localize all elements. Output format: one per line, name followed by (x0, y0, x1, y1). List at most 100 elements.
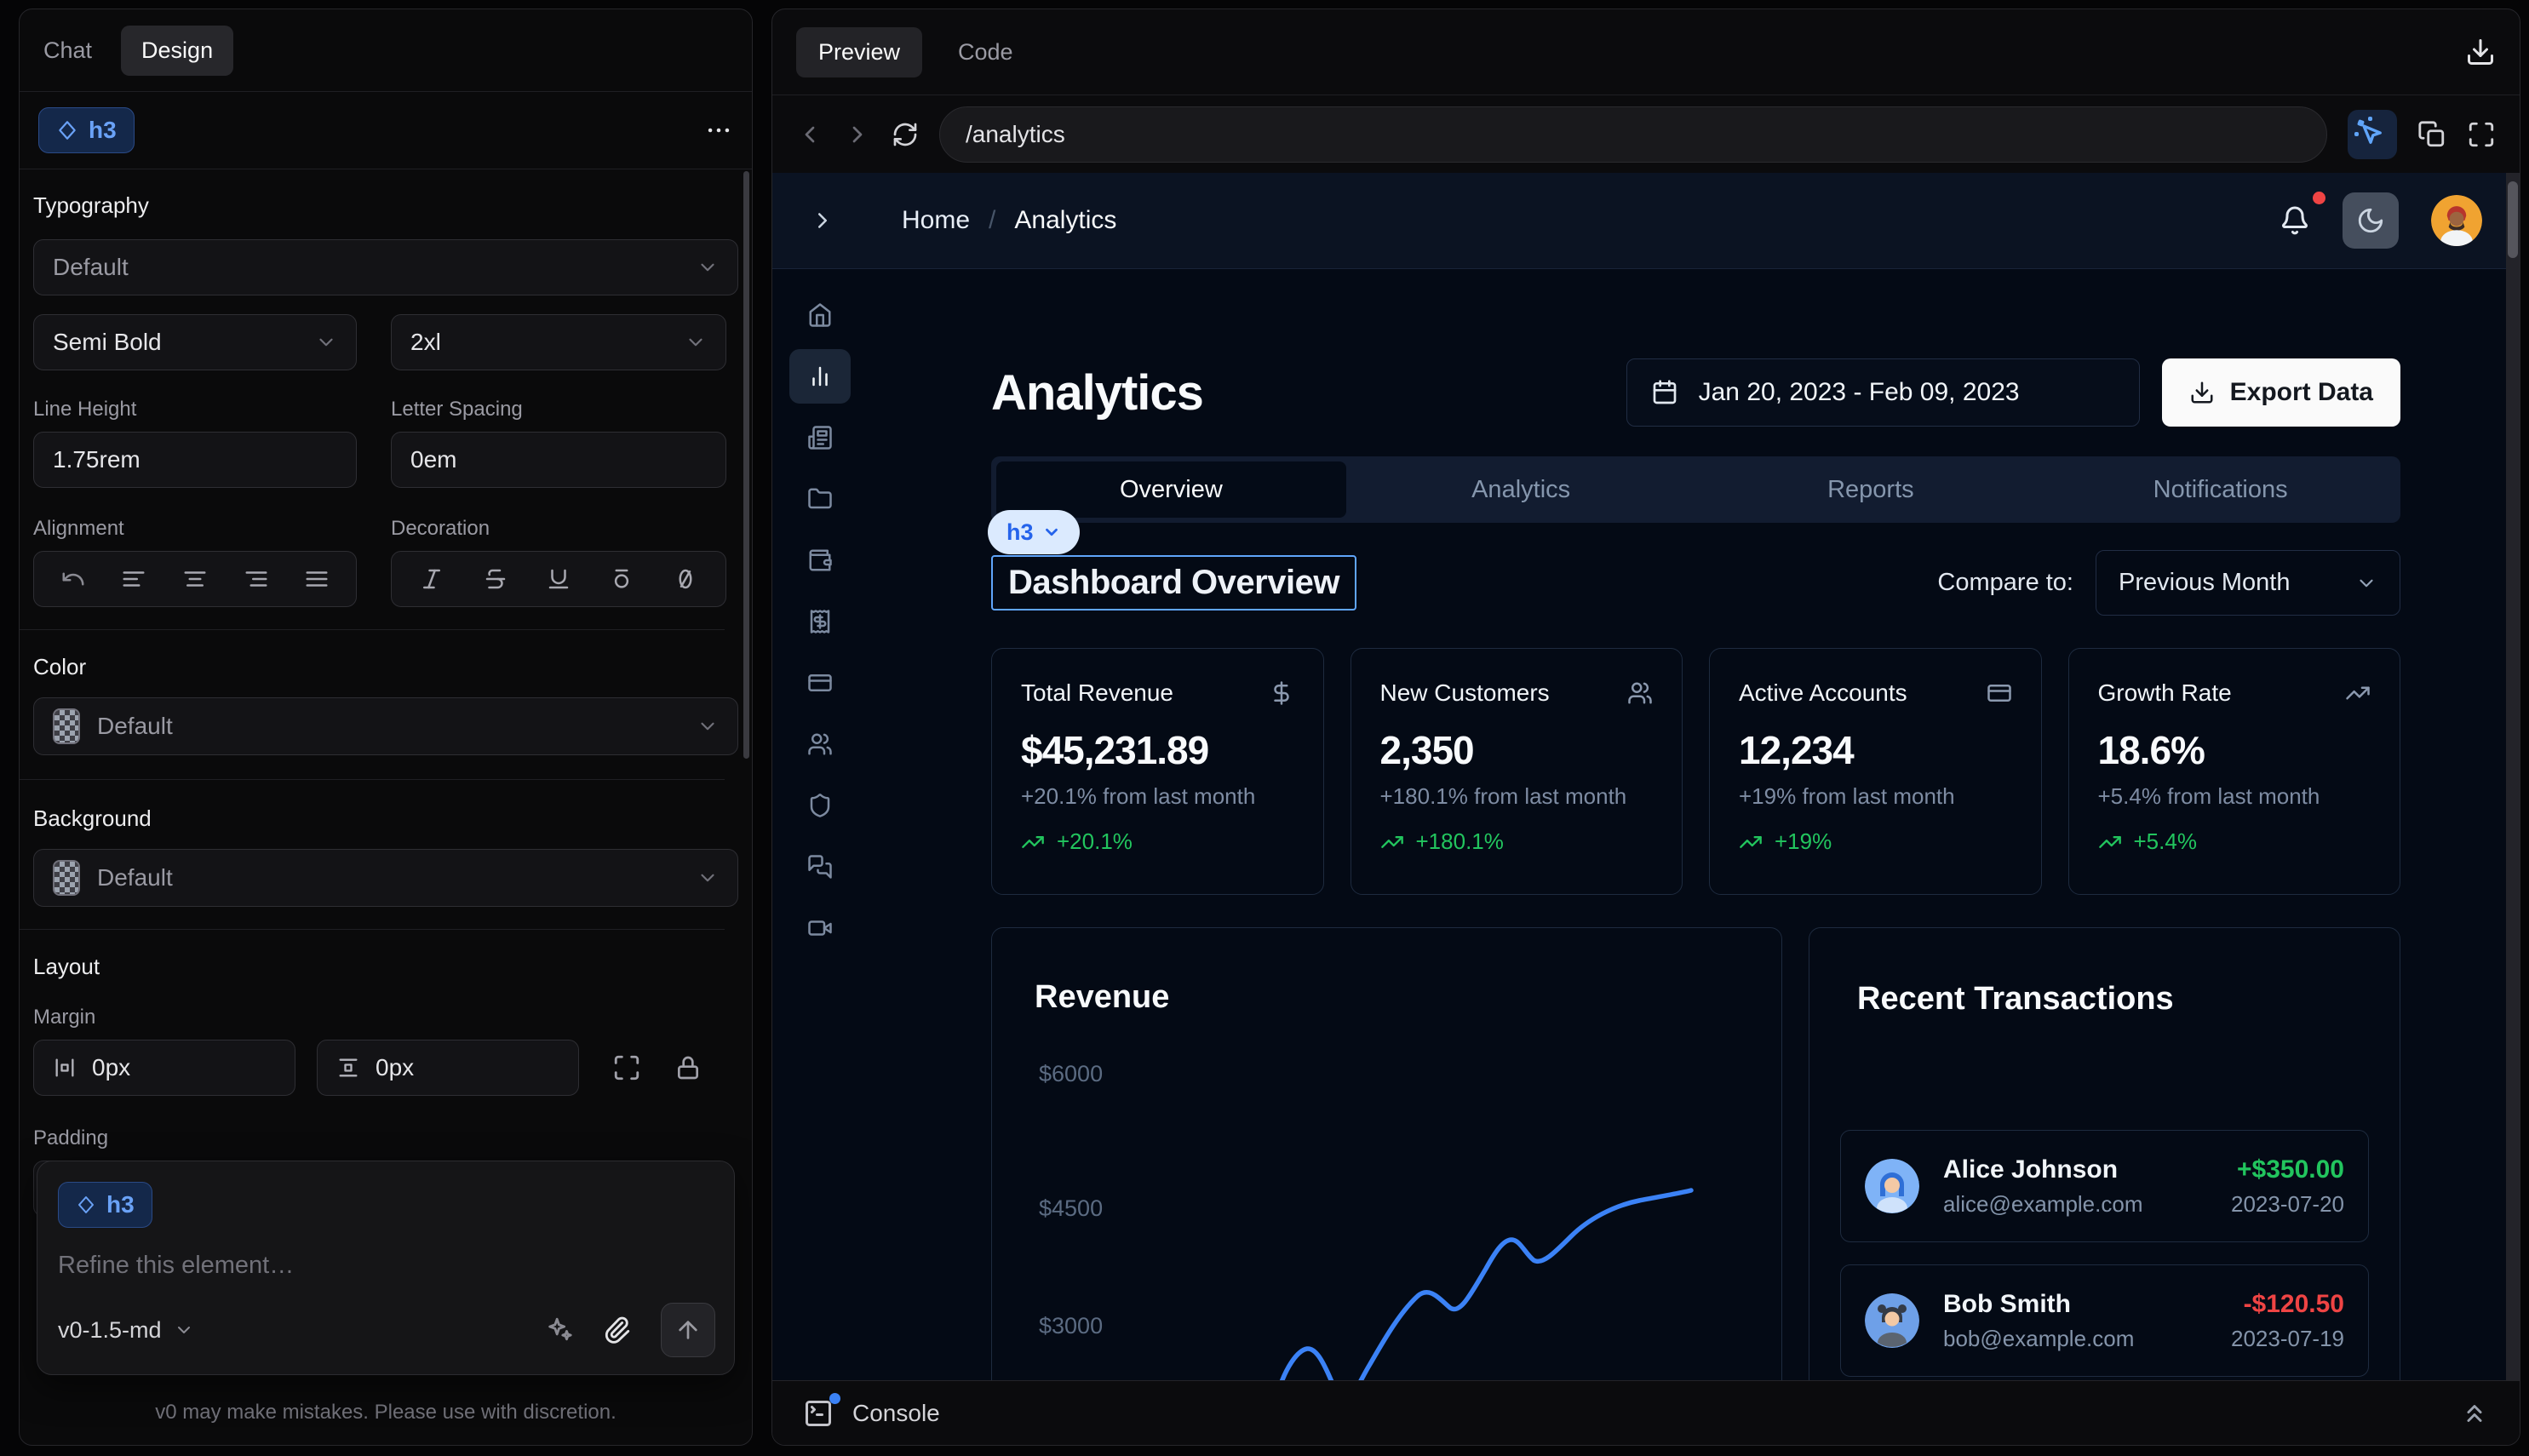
background-select[interactable]: Default (33, 849, 738, 907)
underline-icon[interactable] (546, 566, 571, 592)
decoration-group (391, 551, 726, 607)
download-icon[interactable] (2465, 37, 2496, 67)
users-icon (1627, 680, 1653, 706)
paperclip-icon[interactable] (603, 1316, 632, 1344)
sidebar-item-files[interactable] (789, 472, 851, 526)
design-panel: Chat Design h3 Typography Default Semi B… (19, 9, 753, 1446)
composer-input[interactable]: Refine this element… (58, 1252, 714, 1280)
sidebar-item-security[interactable] (789, 778, 851, 833)
tab-design[interactable]: Design (121, 26, 233, 76)
font-family-select[interactable]: Default (33, 239, 738, 295)
color-select[interactable]: Default (33, 697, 738, 755)
sidebar-item-invoices[interactable] (789, 594, 851, 649)
stat-card-growth-rate[interactable]: Growth Rate 18.6% +5.4% from last month … (2068, 648, 2401, 895)
back-icon[interactable] (796, 121, 823, 148)
inspected-tag-chip[interactable]: h3 (988, 510, 1080, 554)
trending-up-icon (1739, 830, 1763, 854)
breadcrumb-home[interactable]: Home (902, 206, 970, 235)
compare-select[interactable]: Previous Month (2096, 550, 2400, 616)
undo-icon[interactable] (60, 566, 86, 592)
sidebar-item-users[interactable] (789, 717, 851, 771)
sidebar-item-home[interactable] (789, 288, 851, 342)
send-button[interactable] (661, 1303, 715, 1357)
overline-icon[interactable] (609, 566, 634, 592)
fullscreen-icon[interactable] (2467, 120, 2496, 149)
app-viewport: Home / Analytics (772, 173, 2520, 1380)
sidebar-item-wallet[interactable] (789, 533, 851, 588)
font-weight-value: Semi Bold (53, 329, 162, 356)
arrow-up-icon (674, 1316, 702, 1344)
font-weight-select[interactable]: Semi Bold (33, 314, 357, 370)
align-justify-icon[interactable] (304, 566, 330, 592)
stat-card-total-revenue[interactable]: Total Revenue $45,231.89 +20.1% from las… (991, 648, 1324, 895)
stat-value: 2,350 (1380, 727, 1654, 773)
letter-spacing-input[interactable]: 0em (391, 432, 726, 488)
align-left-icon[interactable] (121, 566, 146, 592)
disclaimer-text: v0 may make mistakes. Please use with di… (20, 1401, 752, 1424)
console-activity-dot (829, 1393, 840, 1404)
chevrons-up-icon[interactable] (2460, 1399, 2489, 1428)
sparkles-icon[interactable] (545, 1316, 574, 1344)
transaction-row[interactable]: Bob Smith bob@example.com -$120.50 2023-… (1840, 1264, 2369, 1377)
selected-element-outline[interactable]: Dashboard Overview (991, 555, 1356, 610)
align-center-icon[interactable] (182, 566, 208, 592)
tab-analytics[interactable]: Analytics (1346, 461, 1696, 518)
tab-notifications[interactable]: Notifications (2045, 461, 2395, 518)
app-header: Home / Analytics (772, 173, 2520, 269)
stat-value: 18.6% (2098, 727, 2371, 773)
line-height-input[interactable]: 1.75rem (33, 432, 357, 488)
tab-reports[interactable]: Reports (1696, 461, 2046, 518)
sidebar-item-news[interactable] (789, 410, 851, 465)
transaction-email: alice@example.com (1943, 1191, 2142, 1218)
stat-card-active-accounts[interactable]: Active Accounts 12,234 +19% from last mo… (1709, 648, 2042, 895)
tab-code[interactable]: Code (958, 39, 1013, 66)
expand-margin-icon[interactable] (612, 1053, 641, 1082)
tab-chat[interactable]: Chat (43, 37, 92, 64)
sidebar-item-cards[interactable] (789, 656, 851, 710)
preview-scrollbar-thumb[interactable] (2508, 181, 2518, 258)
export-label: Export Data (2230, 378, 2373, 407)
notifications-button[interactable] (2280, 205, 2310, 236)
inspect-element-button[interactable] (2348, 110, 2397, 159)
strikethrough-icon[interactable] (483, 566, 508, 592)
font-size-select[interactable]: 2xl (391, 314, 726, 370)
margin-x-icon (53, 1056, 77, 1080)
avatar (1865, 1293, 1919, 1348)
user-avatar[interactable] (2431, 195, 2482, 246)
italic-icon[interactable] (419, 566, 444, 592)
date-range-button[interactable]: Jan 20, 2023 - Feb 09, 2023 (1626, 358, 2140, 427)
model-select[interactable]: v0-1.5-md (58, 1317, 194, 1344)
sidebar-item-video[interactable] (789, 901, 851, 955)
sidebar-item-analytics[interactable] (789, 349, 851, 404)
refresh-icon[interactable] (892, 121, 919, 148)
forward-icon[interactable] (844, 121, 871, 148)
tab-preview[interactable]: Preview (796, 27, 922, 77)
bell-icon (2280, 205, 2310, 236)
font-family-value: Default (53, 254, 129, 281)
stat-card-new-customers[interactable]: New Customers 2,350 +180.1% from last mo… (1351, 648, 1683, 895)
alignment-label: Alignment (33, 517, 357, 541)
margin-y-input[interactable]: 0px (317, 1040, 579, 1096)
refine-composer: h3 Refine this element… v0-1.5-md (37, 1161, 735, 1375)
margin-x-input[interactable]: 0px (33, 1040, 295, 1096)
sidebar-item-messages[interactable] (789, 840, 851, 894)
preview-scrollbar[interactable] (2506, 173, 2520, 1380)
export-data-button[interactable]: Export Data (2162, 358, 2400, 427)
browser-bar: /analytics (772, 95, 2520, 174)
lock-margin-icon[interactable] (674, 1054, 702, 1081)
chevron-down-icon (2355, 572, 2377, 594)
copy-icon[interactable] (2417, 120, 2446, 149)
breadcrumb: Home / Analytics (902, 206, 1116, 235)
url-input[interactable]: /analytics (939, 106, 2327, 163)
align-right-icon[interactable] (244, 566, 269, 592)
console-bar[interactable]: Console (772, 1380, 2520, 1445)
more-options-icon[interactable] (704, 116, 733, 145)
selected-element-badge[interactable]: h3 (38, 107, 135, 153)
theme-toggle-button[interactable] (2343, 192, 2399, 249)
composer-element-badge[interactable]: h3 (58, 1182, 152, 1228)
panel-scrollbar[interactable] (743, 171, 749, 759)
slashed-zero-icon[interactable] (673, 566, 698, 592)
transaction-row[interactable]: Alice Johnson alice@example.com +$350.00… (1840, 1130, 2369, 1242)
sidebar-expand-icon[interactable] (810, 208, 835, 233)
line-height-value: 1.75rem (53, 446, 140, 473)
